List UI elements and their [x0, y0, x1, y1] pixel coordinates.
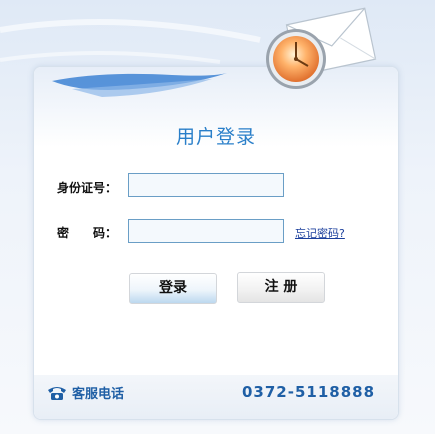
- password-label: 密 码：: [57, 226, 118, 240]
- customer-service: 客服电话: [46, 383, 124, 402]
- phone-number: 0372-5118888: [242, 383, 376, 401]
- id-number-input[interactable]: [128, 173, 284, 197]
- forgot-password-link[interactable]: 忘记密码?: [295, 225, 345, 241]
- service-label: 客服电话: [72, 387, 125, 402]
- password-input[interactable]: [128, 219, 284, 243]
- telephone-icon: [48, 386, 66, 400]
- register-button[interactable]: 注 册: [237, 272, 325, 303]
- login-button[interactable]: 登录: [129, 273, 217, 304]
- login-panel: 用户登录 身份证号： 密 码： 忘记密码? 登录 注 册 客服电话 0372-5…: [33, 66, 399, 420]
- login-title: 用户登录: [175, 126, 256, 148]
- id-number-label: 身份证号：: [57, 181, 118, 195]
